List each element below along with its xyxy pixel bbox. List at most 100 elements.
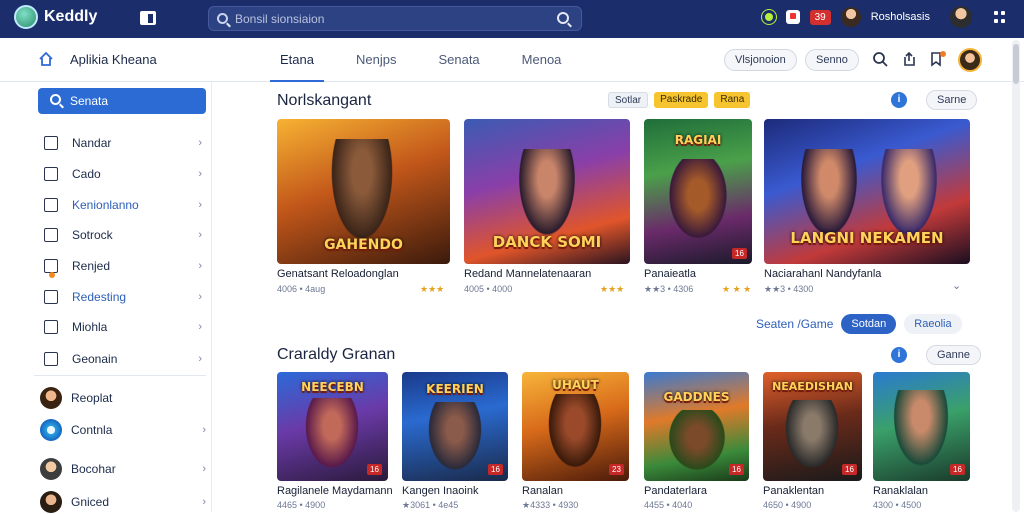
sub-header: Aplikia Kheana Etana Nenjps Senata Menoa…: [0, 38, 1024, 82]
home-icon[interactable]: [38, 51, 54, 67]
game-thumbnail: 16: [873, 372, 970, 481]
apps-grid-icon[interactable]: [994, 11, 1006, 23]
thumb-title: LANGNI NEKAMEN: [790, 229, 944, 247]
chevron-right-icon: ›: [198, 291, 202, 303]
chip-sotlar[interactable]: Sotlar: [608, 92, 649, 108]
card-meta: 4465 • 4900: [277, 500, 326, 510]
search-icon[interactable]: [872, 51, 888, 67]
sidebar-item-cado[interactable]: Cado ›: [44, 163, 202, 185]
sidebar-user-reoplat[interactable]: Reoplat: [40, 386, 206, 410]
card-meta: 4006 • 4aug: [277, 284, 326, 294]
sidebar-user-label: Gniced: [71, 495, 110, 509]
info-icon[interactable]: i: [891, 92, 907, 108]
info-icon[interactable]: i: [891, 347, 907, 363]
thumb-title: KEERIEN: [426, 382, 484, 396]
tab-nenjps[interactable]: Nenjps: [346, 38, 406, 82]
section-pill-button[interactable]: Sarne: [926, 90, 978, 110]
chip-paskrade[interactable]: Paskrade: [654, 92, 709, 108]
search-icon: [217, 13, 228, 24]
sidebar-item-label: Sotrock: [72, 228, 113, 242]
game-card[interactable]: LANGNI NEKAMEN Naciarahanl Nandyfanla ★★…: [764, 119, 970, 299]
scrollbar-track[interactable]: [1012, 40, 1020, 512]
age-rating-badge: 16: [842, 464, 857, 475]
user-name[interactable]: Rosholsasis: [871, 11, 930, 23]
game-card[interactable]: GADDNES 16 Pandaterlara 4455 • 4040: [644, 372, 749, 512]
sidebar-item-kenionlanno[interactable]: Kenionlanno ›: [44, 194, 202, 216]
notifications-icon[interactable]: [785, 10, 800, 24]
game-thumbnail: GADDNES 16: [644, 372, 749, 481]
card-title: Panaklentan: [763, 485, 825, 497]
rating-stars: ★★★: [420, 284, 445, 294]
game-card[interactable]: DANCK SOMI Redand Mannelatenaaran 4005 •…: [464, 119, 630, 299]
section-pill-button[interactable]: Ganne: [926, 345, 982, 365]
card-title: Ranalan: [522, 485, 563, 497]
tab-etana[interactable]: Etana: [270, 38, 324, 82]
game-card[interactable]: UHAUT 23 Ranalan ★4333 • 4930: [522, 372, 629, 512]
chevron-down-icon[interactable]: ⌄: [952, 279, 961, 292]
sidebar-item-sotrock[interactable]: Sotrock ›: [44, 224, 202, 246]
tab-bar: Etana Nenjps Senata Menoa: [270, 38, 593, 82]
notification-count-badge[interactable]: 39: [809, 9, 831, 25]
top-right-actions: 39 Rosholsasis: [761, 6, 1006, 28]
game-card[interactable]: NEECEBN 16 Ragilanele Maydamann 4465 • 4…: [277, 372, 393, 512]
sidebar-user-contnla[interactable]: Contnla ›: [40, 418, 206, 442]
game-card[interactable]: 16 Ranaklalan 4300 • 4500: [873, 372, 970, 512]
scrollbar-thumb[interactable]: [1013, 44, 1019, 84]
chevron-right-icon: ›: [198, 353, 202, 365]
status-online-icon[interactable]: [761, 10, 776, 24]
sidebar-item-miohla[interactable]: Miohla ›: [44, 316, 202, 338]
chevron-right-icon: ›: [202, 424, 206, 436]
sidebar-item-renjed[interactable]: Renjed ›: [44, 255, 202, 277]
sidebar-search-button[interactable]: Senata: [38, 88, 206, 114]
filter-row: Seaten /Game Sotdan Raeolia: [756, 314, 962, 334]
card-meta: 4650 • 4900: [763, 500, 812, 510]
sidebar-user-label: Bocohar: [71, 462, 116, 476]
game-card[interactable]: KEERIEN 16 Kangen Inaoink ★3061 • 4e45: [402, 372, 508, 512]
card-title: Ranaklalan: [873, 485, 929, 497]
list-icon: [44, 228, 58, 242]
filter-chip[interactable]: Raeolia: [904, 314, 962, 334]
globe-avatar: [40, 419, 62, 441]
sidebar-item-label: Nandar: [72, 136, 112, 150]
sidebar-item-label: Geonain: [72, 352, 118, 366]
sidebar-item-nandar[interactable]: Nandar ›: [44, 132, 202, 154]
sidebar-item-geonain[interactable]: Geonain ›: [44, 348, 202, 370]
user-avatar: [40, 387, 62, 409]
game-thumbnail: KEERIEN 16: [402, 372, 508, 481]
profile-avatar[interactable]: [950, 6, 972, 28]
rating-stars: ★★★: [600, 284, 625, 294]
filter-link[interactable]: Seaten /Game: [756, 317, 833, 331]
secondary-pill-button[interactable]: Senno: [805, 49, 859, 71]
notification-dot: [940, 51, 946, 57]
sidebar-item-label: Kenionlanno: [72, 198, 139, 212]
top-bar: Keddly Bonsil sionsiaion 39 Rosholsasis: [0, 0, 1024, 38]
game-thumbnail: LANGNI NEKAMEN: [764, 119, 970, 264]
sidebar-user-gniced[interactable]: Gniced ›: [40, 490, 206, 514]
card-meta: ★★3 • 4306: [644, 284, 694, 294]
game-card[interactable]: NEAEDISHAN 16 Panaklentan 4650 • 4900: [763, 372, 862, 512]
sidebar-item-label: Redesting: [72, 290, 127, 304]
chevron-right-icon: ›: [202, 496, 206, 508]
tab-menoa[interactable]: Menoa: [512, 38, 572, 82]
account-avatar[interactable]: [958, 48, 982, 72]
global-search-input[interactable]: Bonsil sionsiaion: [208, 6, 582, 31]
search-submit-icon[interactable]: [557, 12, 569, 24]
logo[interactable]: Keddly: [14, 5, 97, 29]
thumb-title: GAHENDO: [324, 237, 403, 253]
sidebar-item-redesting[interactable]: Redesting ›: [44, 286, 202, 308]
card-meta: 4455 • 4040: [644, 500, 693, 510]
chip-rana[interactable]: Rana: [714, 92, 751, 108]
share-icon[interactable]: [902, 51, 918, 67]
primary-pill-button[interactable]: Vlsjonoion: [724, 49, 797, 71]
sidebar-user-bocohar[interactable]: Bocohar ›: [40, 457, 206, 481]
age-rating-badge: 16: [950, 464, 965, 475]
age-rating-badge: 16: [488, 464, 503, 475]
sidebar-search-label: Senata: [70, 94, 109, 108]
game-card[interactable]: GAHENDO Genatsant Reloadonglan 4006 • 4a…: [277, 119, 450, 299]
user-avatar[interactable]: [840, 7, 861, 27]
game-card[interactable]: RAGIAI 16 Panaieatla ★★3 • 4306 ★ ★ ★: [644, 119, 752, 299]
game-thumbnail: NEECEBN 16: [277, 372, 388, 481]
filter-active-chip[interactable]: Sotdan: [841, 314, 897, 334]
window-toggle-icon[interactable]: [140, 11, 156, 25]
tab-senata[interactable]: Senata: [428, 38, 489, 82]
